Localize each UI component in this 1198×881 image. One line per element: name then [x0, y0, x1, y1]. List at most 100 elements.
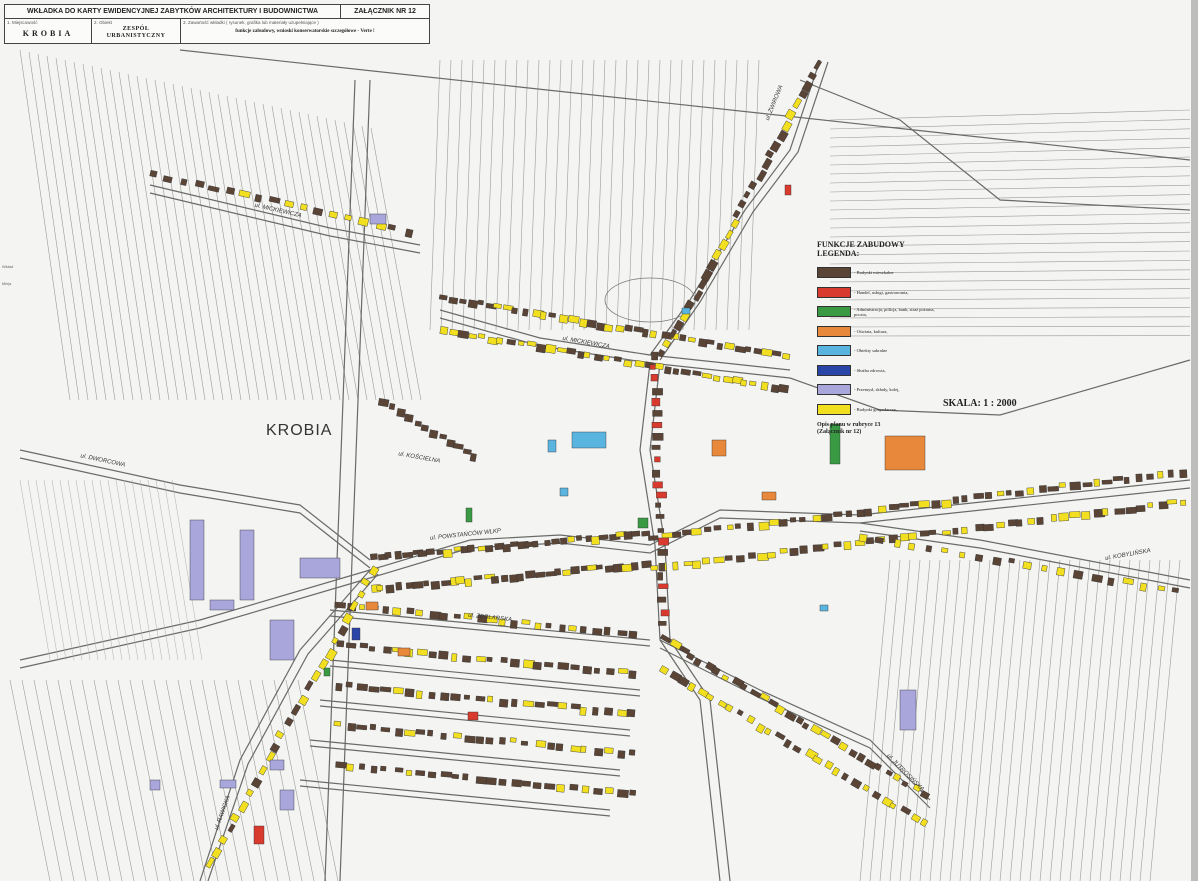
building	[603, 323, 614, 333]
building	[1014, 490, 1024, 497]
building	[616, 789, 629, 799]
building	[333, 720, 342, 727]
legend-swatch	[817, 306, 851, 317]
legend-title: FUNKCJE ZABUDOWY	[817, 240, 905, 249]
building	[681, 307, 691, 315]
legend-item: - Obiekty sakralne	[817, 345, 935, 356]
building	[468, 333, 478, 340]
building	[495, 337, 504, 345]
building	[698, 338, 708, 348]
building	[727, 524, 734, 530]
building	[522, 308, 529, 317]
building	[451, 653, 458, 662]
building	[704, 526, 712, 533]
building	[562, 569, 571, 576]
building	[1125, 506, 1137, 515]
building	[613, 356, 622, 362]
building	[658, 583, 669, 589]
building	[1005, 490, 1012, 496]
building	[594, 747, 604, 757]
building	[624, 324, 633, 332]
building	[1082, 482, 1093, 488]
building	[438, 650, 449, 660]
building	[477, 299, 484, 306]
building	[649, 330, 657, 339]
building	[406, 607, 415, 615]
building	[415, 729, 426, 735]
building	[701, 557, 710, 565]
building	[706, 339, 715, 345]
building	[506, 338, 517, 346]
legend-item: - Służba zdrowia,	[817, 364, 935, 376]
building	[1058, 482, 1066, 488]
building	[778, 519, 788, 527]
building	[559, 487, 569, 497]
building	[253, 825, 265, 845]
building	[358, 763, 366, 770]
building	[544, 661, 554, 668]
building	[628, 749, 636, 756]
building	[520, 740, 529, 746]
building	[593, 787, 603, 796]
building	[586, 564, 598, 571]
building	[500, 574, 509, 583]
building	[416, 648, 428, 656]
building	[744, 346, 752, 353]
legend-subtitle: LEGENDA:	[817, 249, 860, 258]
building	[760, 348, 773, 357]
building	[149, 169, 158, 178]
building	[359, 642, 369, 649]
building	[655, 502, 661, 508]
building	[567, 536, 575, 543]
building	[789, 517, 797, 523]
building	[778, 383, 790, 394]
building	[414, 420, 422, 427]
building	[473, 575, 483, 581]
building	[784, 184, 792, 196]
building	[484, 545, 494, 553]
building	[758, 521, 770, 531]
building	[581, 785, 590, 794]
building	[623, 531, 633, 540]
building	[1114, 508, 1126, 515]
building	[692, 560, 701, 569]
building	[711, 439, 727, 457]
building	[1179, 469, 1188, 479]
building	[952, 496, 960, 504]
building	[380, 726, 391, 733]
content-value: funkcje zabudowy, wnioski konserwatorski…	[235, 29, 375, 34]
building	[623, 359, 633, 368]
building	[510, 698, 518, 708]
building	[547, 439, 557, 453]
building	[522, 700, 535, 708]
building	[672, 531, 682, 538]
building	[641, 560, 652, 569]
building	[498, 778, 507, 786]
building	[734, 523, 741, 529]
building	[547, 742, 556, 751]
building	[664, 366, 672, 375]
building	[476, 655, 487, 663]
building	[370, 765, 378, 774]
building	[651, 421, 663, 429]
building	[570, 703, 581, 710]
building	[544, 783, 556, 790]
building	[1026, 487, 1035, 495]
building	[973, 492, 985, 500]
building	[579, 626, 587, 634]
building	[545, 622, 552, 629]
building	[592, 707, 599, 716]
building	[423, 580, 430, 587]
building	[535, 343, 547, 354]
map-scale: SKALA: 1 : 2000	[943, 398, 1017, 409]
building	[1069, 481, 1081, 491]
building	[735, 555, 745, 563]
building	[604, 787, 614, 795]
building	[394, 550, 402, 560]
building	[833, 541, 842, 548]
building	[712, 375, 721, 382]
building	[239, 529, 255, 601]
building	[532, 661, 542, 671]
building	[1008, 557, 1015, 564]
building	[931, 500, 941, 509]
